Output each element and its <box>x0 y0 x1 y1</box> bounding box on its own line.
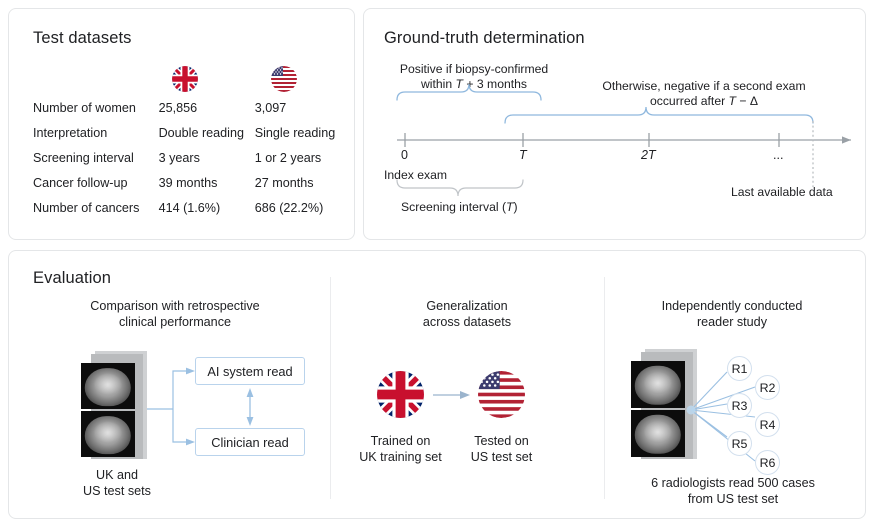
section-1-footer-line1: UK and <box>95 468 138 482</box>
row-value-uk: 25,856 <box>158 101 198 115</box>
tick-label-2T: 2T <box>641 148 656 162</box>
negative-caption-line1: Otherwise, negative if a second exam <box>602 79 806 93</box>
section-2-right-footer-line1: Tested on <box>474 434 529 448</box>
section-3-heading-line1: Independently conducted <box>661 299 803 313</box>
section-1-footer-line2: US test sets <box>83 484 151 498</box>
ground-truth-title: Ground-truth determination <box>384 29 585 47</box>
row-value-uk: Double reading <box>158 126 244 140</box>
reader-circle-r6: R6 <box>755 450 780 475</box>
positive-caption-line1: Positive if biopsy-confirmed <box>399 62 549 76</box>
table-row: Interpretation Double reading Single rea… <box>33 126 343 151</box>
datasets-table: Number of women 25,856 3,097 Interpretat… <box>33 101 343 226</box>
positive-caption: Positive if biopsy-confirmed within T + … <box>384 62 564 92</box>
us-flag-icon <box>271 66 297 92</box>
section-3-footer-line2: from US test set <box>687 492 779 506</box>
us-flag-icon <box>478 371 525 418</box>
negative-caption: Otherwise, negative if a second exam occ… <box>559 79 849 109</box>
row-label: Number of cancers <box>33 201 140 215</box>
page-title: Test datasets <box>33 29 132 47</box>
reader-circle-r4: R4 <box>755 412 780 437</box>
negative-caption-line2: occurred after T − Δ <box>649 94 759 108</box>
reader-circle-r1: R1 <box>727 356 752 381</box>
row-label: Number of women <box>33 101 136 115</box>
reader-circle-r3: R3 <box>727 393 752 418</box>
index-exam-label: Index exam <box>384 168 448 182</box>
row-value-us: 3,097 <box>254 101 287 115</box>
section-2-right-footer: Tested on US test set <box>457 433 546 465</box>
section-2-right-footer-line2: US test set <box>470 450 533 464</box>
test-datasets-panel: Test datasets Number of women 25,856 3,0… <box>8 8 355 240</box>
ground-truth-panel: Ground-truth determination Positive if b… <box>363 8 866 240</box>
section-2-left-footer-line1: Trained on <box>370 434 431 448</box>
section-2-left-footer-line2: UK training set <box>359 450 442 464</box>
row-value-uk: 414 (1.6%) <box>158 201 221 215</box>
row-label: Cancer follow-up <box>33 176 128 190</box>
section-3-footer-line1: 6 radiologists read 500 cases <box>651 476 815 490</box>
section-2-left-footer: Trained on UK training set <box>350 433 451 465</box>
evaluation-panel: Evaluation Comparison with retrospective… <box>8 250 866 519</box>
section-2-heading: Generalization across datasets <box>347 298 587 330</box>
table-row: Number of cancers 414 (1.6%) 686 (22.2%) <box>33 201 343 226</box>
last-available-data-label: Last available data <box>731 185 833 199</box>
table-row: Number of women 25,856 3,097 <box>33 101 343 126</box>
section-divider-1 <box>330 277 331 499</box>
mammogram-stack-reader-study <box>631 349 701 461</box>
tick-label-0: 0 <box>401 148 408 162</box>
evaluation-title: Evaluation <box>33 269 112 287</box>
row-value-us: 27 months <box>254 176 314 190</box>
row-value-us: 686 (22.2%) <box>254 201 324 215</box>
table-row: Cancer follow-up 39 months 27 months <box>33 176 343 201</box>
section-3-footer: 6 radiologists read 500 cases from US te… <box>613 475 853 507</box>
tick-label-ellipsis: ... <box>773 148 784 162</box>
mammogram-stack-uk-us <box>81 351 151 461</box>
tick-label-T: T <box>519 148 527 162</box>
section-1-footer: UK and US test sets <box>37 467 197 499</box>
row-value-us: 1 or 2 years <box>254 151 322 165</box>
section-3-heading-line2: reader study <box>696 315 767 329</box>
row-label: Screening interval <box>33 151 134 165</box>
section-2-heading-line2: across datasets <box>422 315 512 329</box>
section-3-heading: Independently conducted reader study <box>617 298 847 330</box>
section-1-heading-line2: clinical performance <box>119 315 231 329</box>
ai-system-read-box[interactable]: AI system read <box>195 357 305 385</box>
reader-circle-r5: R5 <box>727 431 752 456</box>
screening-interval-label: Screening interval (T) <box>401 200 518 214</box>
row-value-us: Single reading <box>254 126 336 140</box>
row-label: Interpretation <box>33 126 108 140</box>
section-1-heading-line1: Comparison with retrospective <box>90 299 260 313</box>
section-divider-2 <box>604 277 605 499</box>
table-row: Screening interval 3 years 1 or 2 years <box>33 151 343 176</box>
mammogram-image-top <box>81 363 135 409</box>
mammogram-image-top <box>631 361 685 408</box>
section-1-heading: Comparison with retrospective clinical p… <box>35 298 315 330</box>
row-value-uk: 3 years <box>158 151 200 165</box>
clinician-read-box[interactable]: Clinician read <box>195 428 305 456</box>
section-2-heading-line1: Generalization <box>426 299 508 313</box>
uk-flag-icon <box>172 66 198 92</box>
positive-caption-line2: within T + 3 months <box>420 77 528 91</box>
reader-circle-r2: R2 <box>755 375 780 400</box>
mammogram-image-bottom <box>81 411 135 457</box>
row-value-uk: 39 months <box>158 176 218 190</box>
uk-flag-icon <box>377 371 424 418</box>
mammogram-image-bottom <box>631 410 685 457</box>
